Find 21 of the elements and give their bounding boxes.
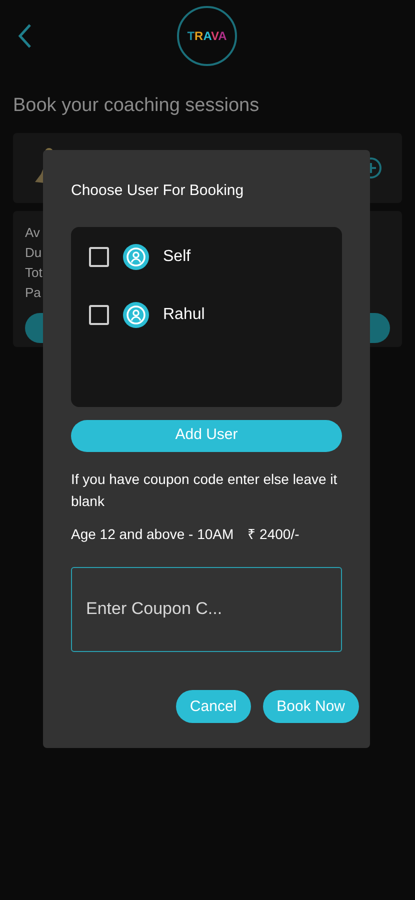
- user-icon: [123, 244, 149, 270]
- user-icon: [123, 302, 149, 328]
- detail-text: Av: [25, 224, 40, 242]
- price-text: ₹ 2400/-: [248, 524, 300, 544]
- dialog-button[interactable]: Book Now: [262, 690, 359, 722]
- dialog-button[interactable]: Cancel: [176, 690, 251, 722]
- user-name: Rahul: [163, 304, 205, 324]
- session-text: Age 12 and above - 10AM: [71, 524, 234, 544]
- detail-text: Tot: [25, 264, 42, 282]
- logo: TRAVA: [177, 6, 237, 66]
- back-icon[interactable]: [16, 23, 34, 49]
- detail-text: Du: [25, 244, 42, 262]
- page-title: Book your coaching sessions: [12, 94, 260, 118]
- checkbox[interactable]: [89, 246, 109, 266]
- coupon-note: If you have coupon code enter else leave it blank: [71, 470, 338, 510]
- coupon-input[interactable]: Enter Coupon C...: [71, 566, 342, 652]
- add-user-button[interactable]: Add User: [71, 420, 342, 452]
- user-name: Self: [163, 246, 191, 266]
- dialog-title: Choose User For Booking: [71, 181, 245, 201]
- checkbox[interactable]: [89, 304, 109, 324]
- detail-text: Pa: [25, 284, 41, 302]
